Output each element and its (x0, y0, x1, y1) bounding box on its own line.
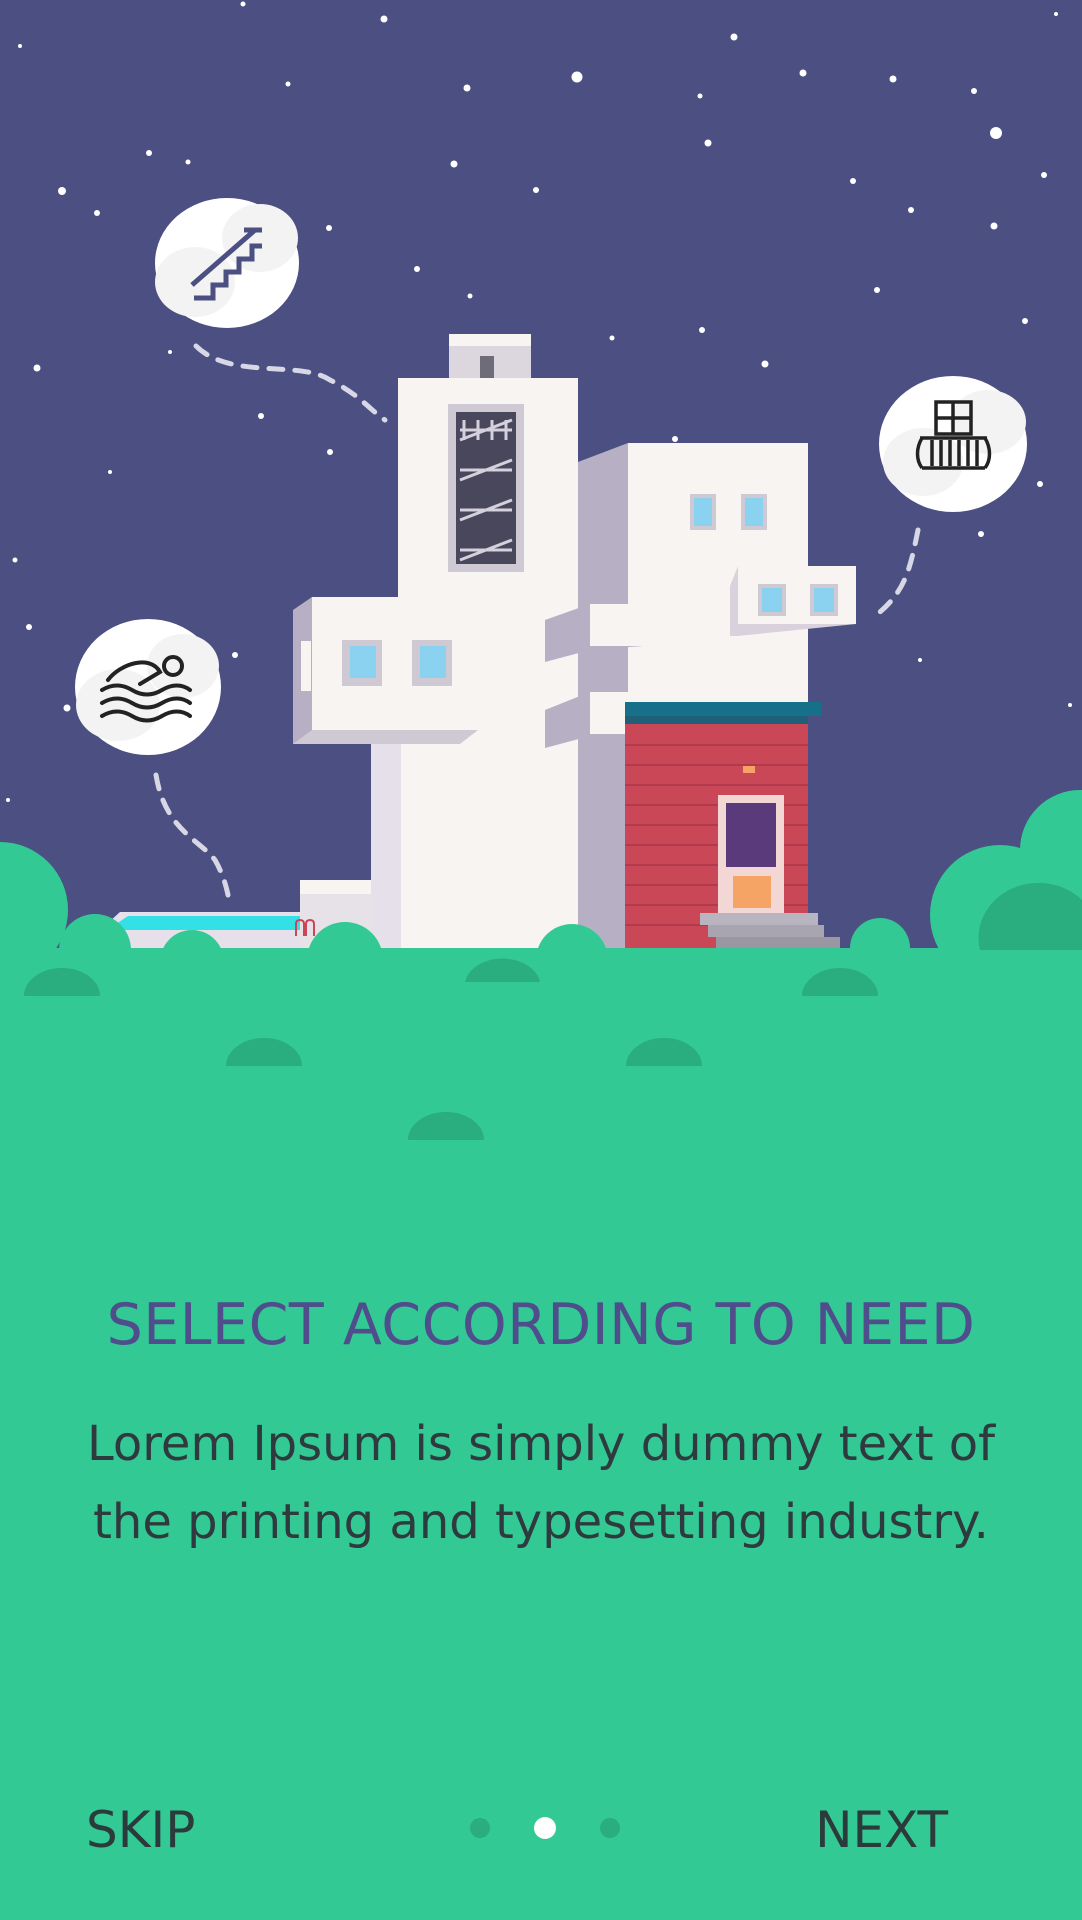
page-dot-1[interactable] (470, 1818, 490, 1838)
onboarding-screen: SELECT ACCORDING TO NEED Lorem Ipsum is … (0, 0, 1082, 1920)
next-button[interactable]: NEXT (815, 1800, 948, 1860)
onboarding-description: Lorem Ipsum is simply dummy text of the … (86, 1416, 996, 1550)
building-left (293, 597, 478, 744)
house-illustration (0, 1, 1082, 1160)
page-dot-3[interactable] (600, 1818, 620, 1838)
bubble-balcony (879, 376, 1027, 512)
bubble-swimming (75, 619, 221, 755)
brick-house (625, 702, 840, 950)
onboarding-title: SELECT ACCORDING TO NEED (106, 1292, 976, 1358)
page-indicator (470, 1816, 620, 1840)
page-dot-2-active[interactable] (534, 1817, 556, 1839)
skip-button[interactable]: SKIP (86, 1800, 195, 1860)
bubble-stairs (155, 198, 299, 328)
